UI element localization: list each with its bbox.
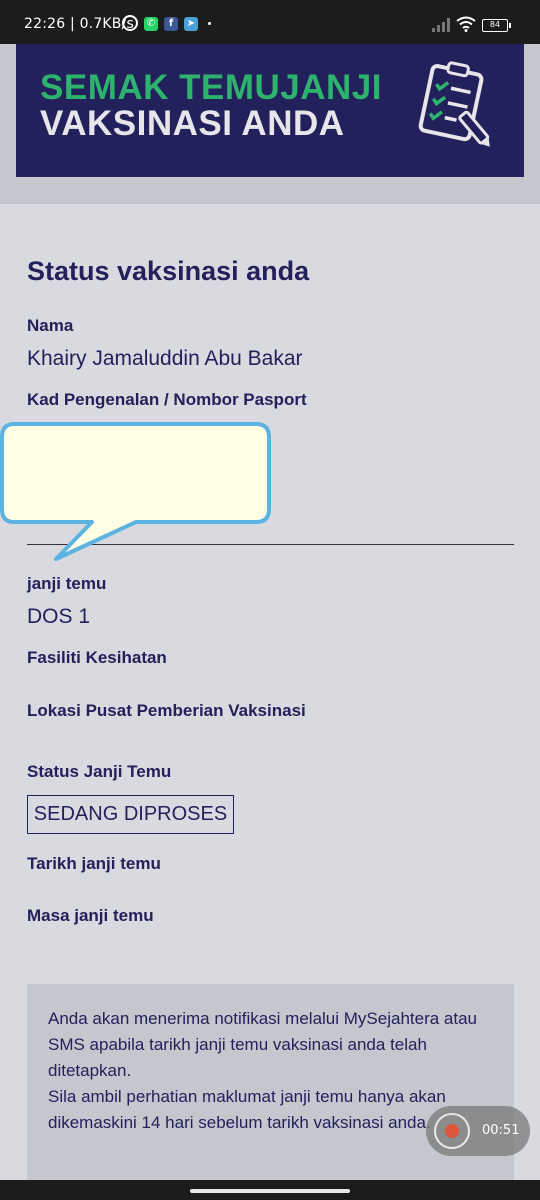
facebook-icon: f bbox=[164, 17, 178, 31]
telegram-icon: ➤ bbox=[184, 17, 198, 31]
appointment-status-label: Status Janji Temu bbox=[27, 762, 172, 781]
status-time: 22:26 | 0.7KB/s bbox=[24, 16, 135, 32]
location-label: Lokasi Pusat Pemberian Vaksinasi bbox=[27, 701, 306, 720]
notice-box: Anda akan menerima notifikasi melalui My… bbox=[27, 984, 514, 1200]
notification-dot-icon bbox=[208, 22, 211, 25]
signal-icon bbox=[432, 18, 450, 32]
facility-label: Fasiliti Kesihatan bbox=[27, 648, 167, 667]
page-title: Status vaksinasi anda bbox=[27, 256, 310, 286]
name-value: Khairy Jamaluddin Abu Bakar bbox=[27, 347, 303, 370]
speech-bubble-overlay bbox=[0, 422, 271, 561]
status-badge: SEDANG DIPROSES bbox=[27, 795, 234, 834]
alarm-icon bbox=[122, 15, 138, 31]
home-gesture-handle[interactable] bbox=[190, 1189, 350, 1193]
banner-title-line2: VAKSINASI ANDA bbox=[40, 104, 345, 143]
wifi-icon bbox=[456, 16, 476, 32]
appointment-label: janji temu bbox=[27, 574, 107, 593]
date-label: Tarikh janji temu bbox=[27, 854, 161, 873]
clipboard-checklist-icon bbox=[418, 61, 490, 147]
recording-timer: 00:51 bbox=[482, 1123, 520, 1138]
banner-title-line1: SEMAK TEMUJANJI bbox=[40, 68, 382, 107]
banner: SEMAK TEMUJANJI VAKSINASI ANDA bbox=[16, 44, 524, 177]
status-bar: 22:26 | 0.7KB/s ✆ f ➤ 84 bbox=[0, 0, 540, 44]
battery-icon: 84 bbox=[482, 19, 511, 32]
name-label: Nama bbox=[27, 316, 74, 335]
record-dot-icon bbox=[445, 1124, 459, 1138]
time-label: Masa janji temu bbox=[27, 906, 154, 925]
whatsapp-icon: ✆ bbox=[144, 17, 158, 31]
screen-recorder-widget[interactable]: 00:51 bbox=[426, 1106, 530, 1156]
navigation-bar bbox=[0, 1180, 540, 1200]
vaccination-status-section: Status vaksinasi anda Nama Khairy Jamalu… bbox=[0, 204, 540, 1200]
appointment-value: DOS 1 bbox=[27, 605, 91, 628]
id-label: Kad Pengenalan / Nombor Pasport bbox=[27, 390, 307, 409]
